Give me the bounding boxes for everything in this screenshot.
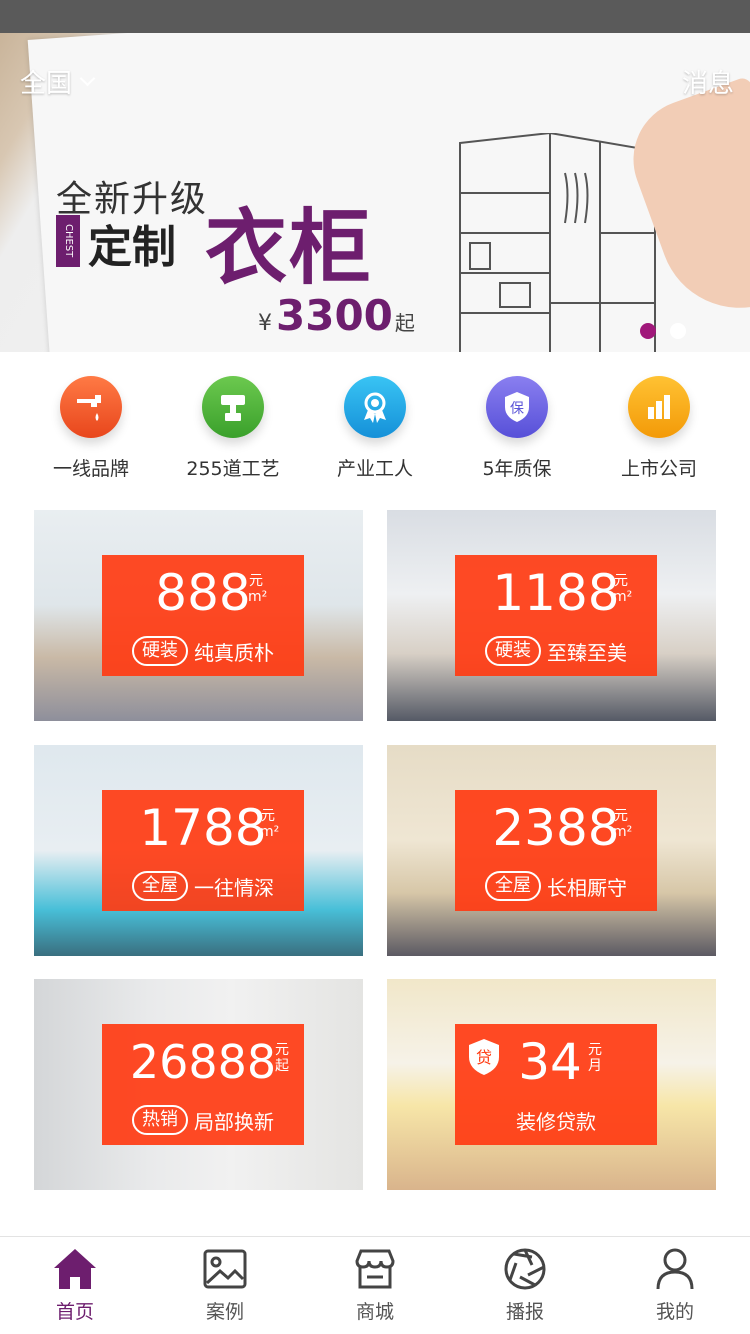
- region-selector[interactable]: 全国: [20, 63, 96, 100]
- feature-warranty[interactable]: 保 5年质保: [457, 376, 577, 486]
- package-subtitle: 全屋 一往情深: [102, 871, 304, 901]
- price-tag: 1188 元 m² 硬装 至臻至美: [455, 555, 657, 676]
- package-unit: 元月: [588, 1042, 602, 1074]
- package-title: 至臻至美: [547, 640, 627, 665]
- price-tag: 888 元 m² 硬装 纯真质朴: [102, 555, 304, 676]
- package-subtitle: 装修贷款: [455, 1106, 657, 1135]
- package-card-2[interactable]: 1188 元 m² 硬装 至臻至美: [387, 510, 716, 721]
- home-icon: [54, 1249, 96, 1289]
- chevron-down-icon: [79, 70, 96, 87]
- aperture-icon: [504, 1248, 546, 1290]
- feature-craft[interactable]: 255道工艺: [173, 376, 293, 486]
- price-tag: 1788 元 m² 全屋 一往情深: [102, 790, 304, 911]
- package-subtitle: 全屋 长相厮守: [455, 871, 657, 901]
- package-title: 长相厮守: [547, 875, 627, 900]
- user-icon: [656, 1248, 694, 1290]
- package-pill: 全屋: [485, 871, 541, 901]
- feature-label: 5年质保: [482, 458, 552, 480]
- package-price: 888: [155, 564, 251, 622]
- tab-cases[interactable]: 案例: [150, 1237, 300, 1334]
- shield-icon-text: 保: [510, 401, 524, 417]
- price-tag: 贷 34 元月 装修贷款: [455, 1024, 657, 1145]
- promo-banner[interactable]: 全新升级 CHEST 定制 衣柜 ¥ 3300 起 全国 消息: [0, 33, 750, 352]
- tab-home[interactable]: 首页: [0, 1237, 150, 1334]
- package-unit: 元 m²: [613, 573, 633, 605]
- carousel-dot-2[interactable]: [670, 323, 686, 339]
- messages-link[interactable]: 消息: [682, 63, 734, 100]
- feature-label: 255道工艺: [186, 458, 280, 480]
- package-pill: 热销: [132, 1105, 188, 1135]
- tab-label: 我的: [655, 1301, 694, 1323]
- carousel-dot-1[interactable]: [640, 323, 656, 339]
- price-tag: 26888 元起 热销 局部换新: [102, 1024, 304, 1145]
- banner-price-value: 3300: [276, 291, 393, 340]
- tab-label: 播报: [505, 1301, 544, 1323]
- status-bar: [0, 0, 750, 33]
- image-icon: [203, 1249, 247, 1289]
- package-card-1[interactable]: 888 元 m² 硬装 纯真质朴: [34, 510, 363, 721]
- package-card-6[interactable]: 贷 34 元月 装修贷款: [387, 979, 716, 1190]
- package-subtitle: 热销 局部换新: [102, 1105, 304, 1135]
- package-pill: 全屋: [132, 871, 188, 901]
- feature-row: 一线品牌 255道工艺 产业工人 保 5年质保 上市公司: [0, 376, 750, 486]
- banner-price-suffix: 起: [394, 311, 415, 335]
- package-pill: 硬装: [485, 636, 541, 666]
- feature-label: 产业工人: [336, 458, 413, 480]
- tab-mall[interactable]: 商城: [300, 1237, 450, 1334]
- package-unit: 元起: [275, 1042, 289, 1074]
- package-unit: 元 m²: [248, 573, 268, 605]
- tab-news[interactable]: 播报: [450, 1237, 600, 1334]
- banner-line2: 定制: [88, 222, 176, 273]
- bar-chart-icon: [628, 376, 690, 438]
- package-title: 局部换新: [194, 1109, 274, 1134]
- banner-price: ¥ 3300 起: [258, 291, 415, 340]
- store-icon: [355, 1249, 395, 1289]
- region-label: 全国: [20, 69, 73, 99]
- feature-label: 一线品牌: [52, 458, 129, 480]
- feature-label: 上市公司: [620, 458, 697, 480]
- tab-label: 首页: [55, 1301, 94, 1323]
- package-card-3[interactable]: 1788 元 m² 全屋 一往情深: [34, 745, 363, 956]
- banner-headline: 衣柜: [205, 201, 374, 296]
- feature-workers[interactable]: 产业工人: [315, 376, 435, 486]
- tab-mine[interactable]: 我的: [600, 1237, 750, 1334]
- shield-icon: 保: [486, 376, 548, 438]
- package-unit: 元 m²: [613, 808, 633, 840]
- tab-label: 商城: [355, 1301, 394, 1323]
- price-tag: 2388 元 m² 全屋 长相厮守: [455, 790, 657, 911]
- package-title: 一往情深: [194, 875, 274, 900]
- package-pill: 硬装: [132, 636, 188, 666]
- banner-badge: CHEST: [56, 215, 80, 267]
- faucet-icon: [60, 376, 122, 438]
- package-card-4[interactable]: 2388 元 m² 全屋 长相厮守: [387, 745, 716, 956]
- package-title: 纯真质朴: [194, 640, 274, 665]
- package-title: 装修贷款: [516, 1110, 596, 1134]
- brush-icon: [202, 376, 264, 438]
- package-unit: 元 m²: [260, 808, 280, 840]
- package-subtitle: 硬装 至臻至美: [455, 636, 657, 666]
- package-subtitle: 硬装 纯真质朴: [102, 636, 304, 666]
- tab-label: 案例: [205, 1301, 244, 1323]
- bottom-tab-bar: 首页 案例 商城 播报 我的: [0, 1236, 750, 1334]
- award-icon: [344, 376, 406, 438]
- banner-currency: ¥: [258, 311, 272, 336]
- feature-brand[interactable]: 一线品牌: [31, 376, 151, 486]
- feature-listed[interactable]: 上市公司: [599, 376, 719, 486]
- carousel-dots: [640, 323, 686, 339]
- package-card-5[interactable]: 26888 元起 热销 局部换新: [34, 979, 363, 1190]
